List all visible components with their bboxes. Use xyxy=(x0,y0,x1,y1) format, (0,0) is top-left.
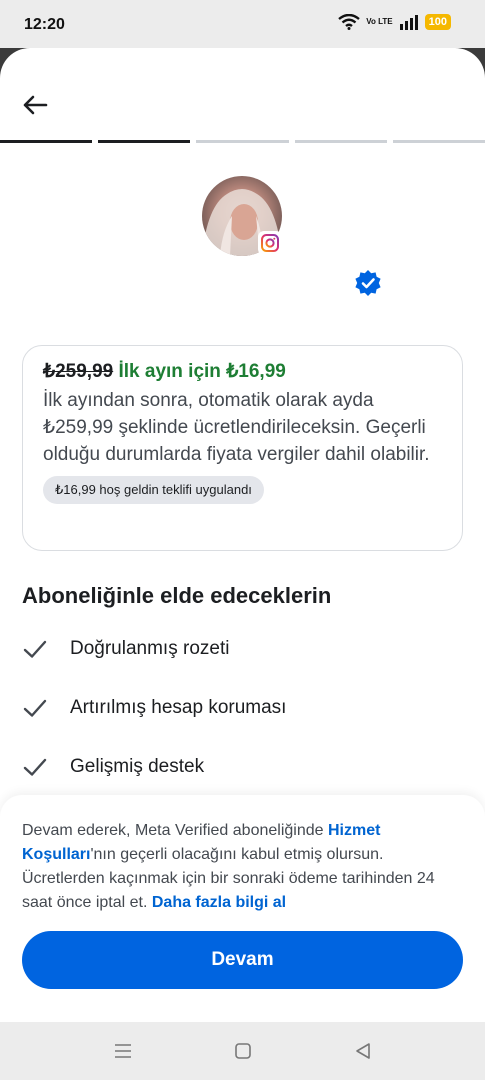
step-progress xyxy=(0,140,485,143)
progress-step xyxy=(98,140,191,143)
system-nav-bar xyxy=(0,1022,485,1080)
home-icon[interactable] xyxy=(233,1041,253,1061)
status-bar: 12:20 Vo LTE 100 xyxy=(0,0,485,48)
progress-step xyxy=(196,140,289,143)
benefit-label: Gelişmiş destek xyxy=(70,756,205,777)
terms-text-start: Devam ederek, Meta Verified aboneliğinde xyxy=(22,822,328,839)
progress-step xyxy=(0,140,93,143)
benefit-label: Artırılmış hesap koruması xyxy=(70,697,287,718)
signal-icon xyxy=(399,15,418,30)
status-time: 12:20 xyxy=(24,16,65,33)
progress-step xyxy=(392,140,485,143)
continue-button[interactable]: Devam xyxy=(22,931,463,989)
price-line: ₺259,99 İlk ayın için ₺16,99 xyxy=(43,360,442,383)
footer-panel: Devam ederek, Meta Verified aboneliğinde… xyxy=(0,795,485,1022)
back-nav-icon[interactable] xyxy=(353,1041,373,1061)
subscription-sheet: ₺259,99 İlk ayın için ₺16,99 İlk ayından… xyxy=(0,48,485,1022)
instagram-icon xyxy=(258,231,282,255)
wifi-icon xyxy=(338,14,361,30)
offer-description: İlk ayından sonra, otomatik olarak ayda … xyxy=(43,390,430,465)
status-icons: Vo LTE 100 xyxy=(338,14,451,30)
terms-text: Devam ederek, Meta Verified aboneliğinde… xyxy=(22,819,466,915)
arrow-left-icon[interactable] xyxy=(22,92,48,118)
learn-more-link[interactable]: Daha fazla bilgi al xyxy=(152,894,286,911)
benefit-label: Doğrulanmış rozeti xyxy=(70,638,230,659)
promo-price: İlk ayın için ₺16,99 xyxy=(118,361,286,382)
volte-indicator: Vo LTE xyxy=(366,17,393,26)
verified-badge-icon xyxy=(355,270,381,296)
welcome-offer-chip: ₺16,99 hoş geldin teklifi uygulandı xyxy=(43,476,264,504)
old-price: ₺259,99 xyxy=(43,361,114,382)
progress-step xyxy=(294,140,387,143)
benefit-item: Gelişmiş destek xyxy=(22,754,204,780)
battery-indicator: 100 xyxy=(424,14,451,30)
check-icon xyxy=(23,699,47,717)
benefits-title: Aboneliğinle elde edeceklerin xyxy=(22,583,332,608)
benefit-item: Artırılmış hesap koruması xyxy=(22,695,286,721)
menu-icon[interactable] xyxy=(113,1041,133,1061)
check-icon xyxy=(23,640,47,658)
check-icon xyxy=(23,758,47,776)
benefit-item: Doğrulanmış rozeti xyxy=(22,636,229,662)
offer-card: ₺259,99 İlk ayın için ₺16,99 İlk ayından… xyxy=(22,345,463,551)
